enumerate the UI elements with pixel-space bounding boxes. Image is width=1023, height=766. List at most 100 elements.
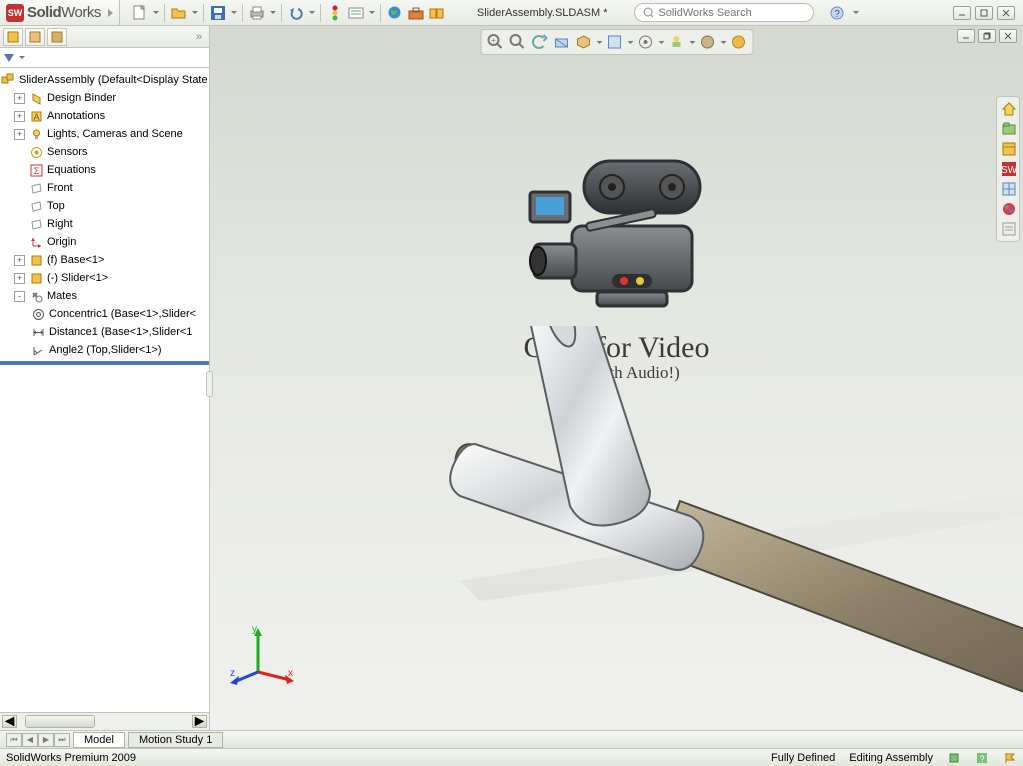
section-view-icon[interactable] <box>551 32 571 52</box>
expand-panel-button[interactable]: » <box>192 31 206 43</box>
status-product: SolidWorks Premium 2009 <box>6 752 136 764</box>
tree-item[interactable]: +Lights, Cameras and Scene <box>0 125 209 143</box>
resources-icon[interactable] <box>428 4 446 22</box>
toolbox-icon[interactable] <box>407 4 425 22</box>
task-pane-strip: SW <box>996 96 1020 242</box>
dropdown-caret-icon[interactable] <box>720 41 726 44</box>
zoom-area-icon[interactable] <box>507 32 527 52</box>
custom-props-icon[interactable] <box>1000 220 1018 238</box>
property-manager-tab[interactable] <box>25 28 45 46</box>
print-icon[interactable] <box>248 4 266 22</box>
dropdown-caret-icon[interactable] <box>192 11 198 14</box>
status-flag-icon[interactable] <box>1003 751 1017 765</box>
tree-item[interactable]: Right <box>0 215 209 233</box>
tree-item[interactable]: Origin <box>0 233 209 251</box>
view-orient-icon[interactable] <box>573 32 593 52</box>
scroll-thumb[interactable] <box>25 715 95 728</box>
dropdown-caret-icon[interactable] <box>369 11 375 14</box>
tree-item[interactable]: +(f) Base<1> <box>0 251 209 269</box>
tab-model[interactable]: Model <box>73 732 125 748</box>
tree-root[interactable]: SliderAssembly (Default<Display State <box>0 71 209 89</box>
dropdown-caret-icon[interactable] <box>689 41 695 44</box>
triad-z-label: z <box>230 668 235 679</box>
doc-restore-button[interactable] <box>978 29 996 43</box>
filter-icon[interactable] <box>4 54 14 62</box>
search-input[interactable] <box>658 7 804 19</box>
appearances-tab-icon[interactable] <box>1000 200 1018 218</box>
search-box[interactable] <box>634 3 814 22</box>
menu-arrow-icon[interactable] <box>108 9 113 17</box>
feature-manager-tab[interactable] <box>3 28 23 46</box>
configuration-manager-tab[interactable] <box>47 28 67 46</box>
rollback-bar[interactable] <box>0 361 209 365</box>
expand-toggle[interactable]: + <box>14 273 25 284</box>
render-icon[interactable] <box>728 32 748 52</box>
tree-item[interactable]: +AAnnotations <box>0 107 209 125</box>
display-style-icon[interactable] <box>604 32 624 52</box>
dropdown-caret-icon[interactable] <box>853 11 859 14</box>
tree-item[interactable]: Sensors <box>0 143 209 161</box>
file-explorer-icon[interactable] <box>1000 140 1018 158</box>
scroll-left-button[interactable]: ◄ <box>2 715 17 728</box>
dropdown-caret-icon[interactable] <box>658 41 664 44</box>
status-stop-icon[interactable] <box>947 751 961 765</box>
options-icon[interactable] <box>347 4 365 22</box>
splitter-handle[interactable] <box>206 371 213 397</box>
dropdown-caret-icon[interactable] <box>153 11 159 14</box>
expand-toggle[interactable]: - <box>14 291 25 302</box>
dropdown-caret-icon[interactable] <box>627 41 633 44</box>
globe-icon[interactable] <box>386 4 404 22</box>
tab-first-button[interactable]: ⏮ <box>6 733 22 747</box>
expand-toggle[interactable]: + <box>14 129 25 140</box>
expand-toggle[interactable]: + <box>14 111 25 122</box>
traffic-light-icon[interactable] <box>326 4 344 22</box>
previous-view-icon[interactable] <box>529 32 549 52</box>
tab-last-button[interactable]: ⏭ <box>54 733 70 747</box>
appearance-icon[interactable] <box>697 32 717 52</box>
hide-show-icon[interactable] <box>635 32 655 52</box>
tree-item[interactable]: Top <box>0 197 209 215</box>
tree-horizontal-scrollbar[interactable]: ◄ ► <box>0 712 209 730</box>
app-logo[interactable]: SW SolidWorks <box>4 0 120 25</box>
dropdown-caret-icon[interactable] <box>309 11 315 14</box>
tree-item-mate[interactable]: Distance1 (Base<1>,Slider<1 <box>0 323 209 341</box>
tree-item[interactable]: ΣEquations <box>0 161 209 179</box>
minimize-button[interactable] <box>953 6 971 20</box>
tree-item-mate[interactable]: Concentric1 (Base<1>,Slider< <box>0 305 209 323</box>
maximize-button[interactable] <box>975 6 993 20</box>
new-file-icon[interactable] <box>131 4 149 22</box>
dropdown-caret-icon[interactable] <box>270 11 276 14</box>
tree-item[interactable]: +Design Binder <box>0 89 209 107</box>
scene-icon[interactable] <box>666 32 686 52</box>
home-icon[interactable] <box>1000 100 1018 118</box>
save-icon[interactable] <box>209 4 227 22</box>
status-help-icon[interactable]: ? <box>975 751 989 765</box>
orientation-triad[interactable]: y x z <box>228 622 298 692</box>
scroll-right-button[interactable]: ► <box>192 715 207 728</box>
expand-toggle[interactable]: + <box>14 255 25 266</box>
search-tab-icon[interactable]: SW <box>1000 160 1018 178</box>
expand-toggle[interactable]: + <box>14 93 25 104</box>
tab-next-button[interactable]: ▶ <box>38 733 54 747</box>
dropdown-caret-icon[interactable] <box>19 56 25 59</box>
tree-item[interactable]: +(-) Slider<1> <box>0 269 209 287</box>
design-library-icon[interactable] <box>1000 120 1018 138</box>
dropdown-caret-icon[interactable] <box>231 11 237 14</box>
help-icon[interactable]: ? <box>828 4 846 22</box>
tab-motion-study[interactable]: Motion Study 1 <box>128 732 223 748</box>
doc-close-button[interactable] <box>999 29 1017 43</box>
tree-item[interactable]: Front <box>0 179 209 197</box>
view-palette-icon[interactable] <box>1000 180 1018 198</box>
dropdown-caret-icon[interactable] <box>596 41 602 44</box>
concentric-icon <box>30 307 46 321</box>
zoom-fit-icon[interactable]: + <box>485 32 505 52</box>
tree-item-mates[interactable]: -Mates <box>0 287 209 305</box>
doc-minimize-button[interactable] <box>957 29 975 43</box>
undo-icon[interactable] <box>287 4 305 22</box>
tab-prev-button[interactable]: ◀ <box>22 733 38 747</box>
heads-up-view-toolbar: + <box>480 29 753 55</box>
tree-item-mate[interactable]: Angle2 (Top,Slider<1>) <box>0 341 209 359</box>
open-file-icon[interactable] <box>170 4 188 22</box>
graphics-viewport[interactable]: + SW <box>210 26 1023 730</box>
close-button[interactable] <box>997 6 1015 20</box>
